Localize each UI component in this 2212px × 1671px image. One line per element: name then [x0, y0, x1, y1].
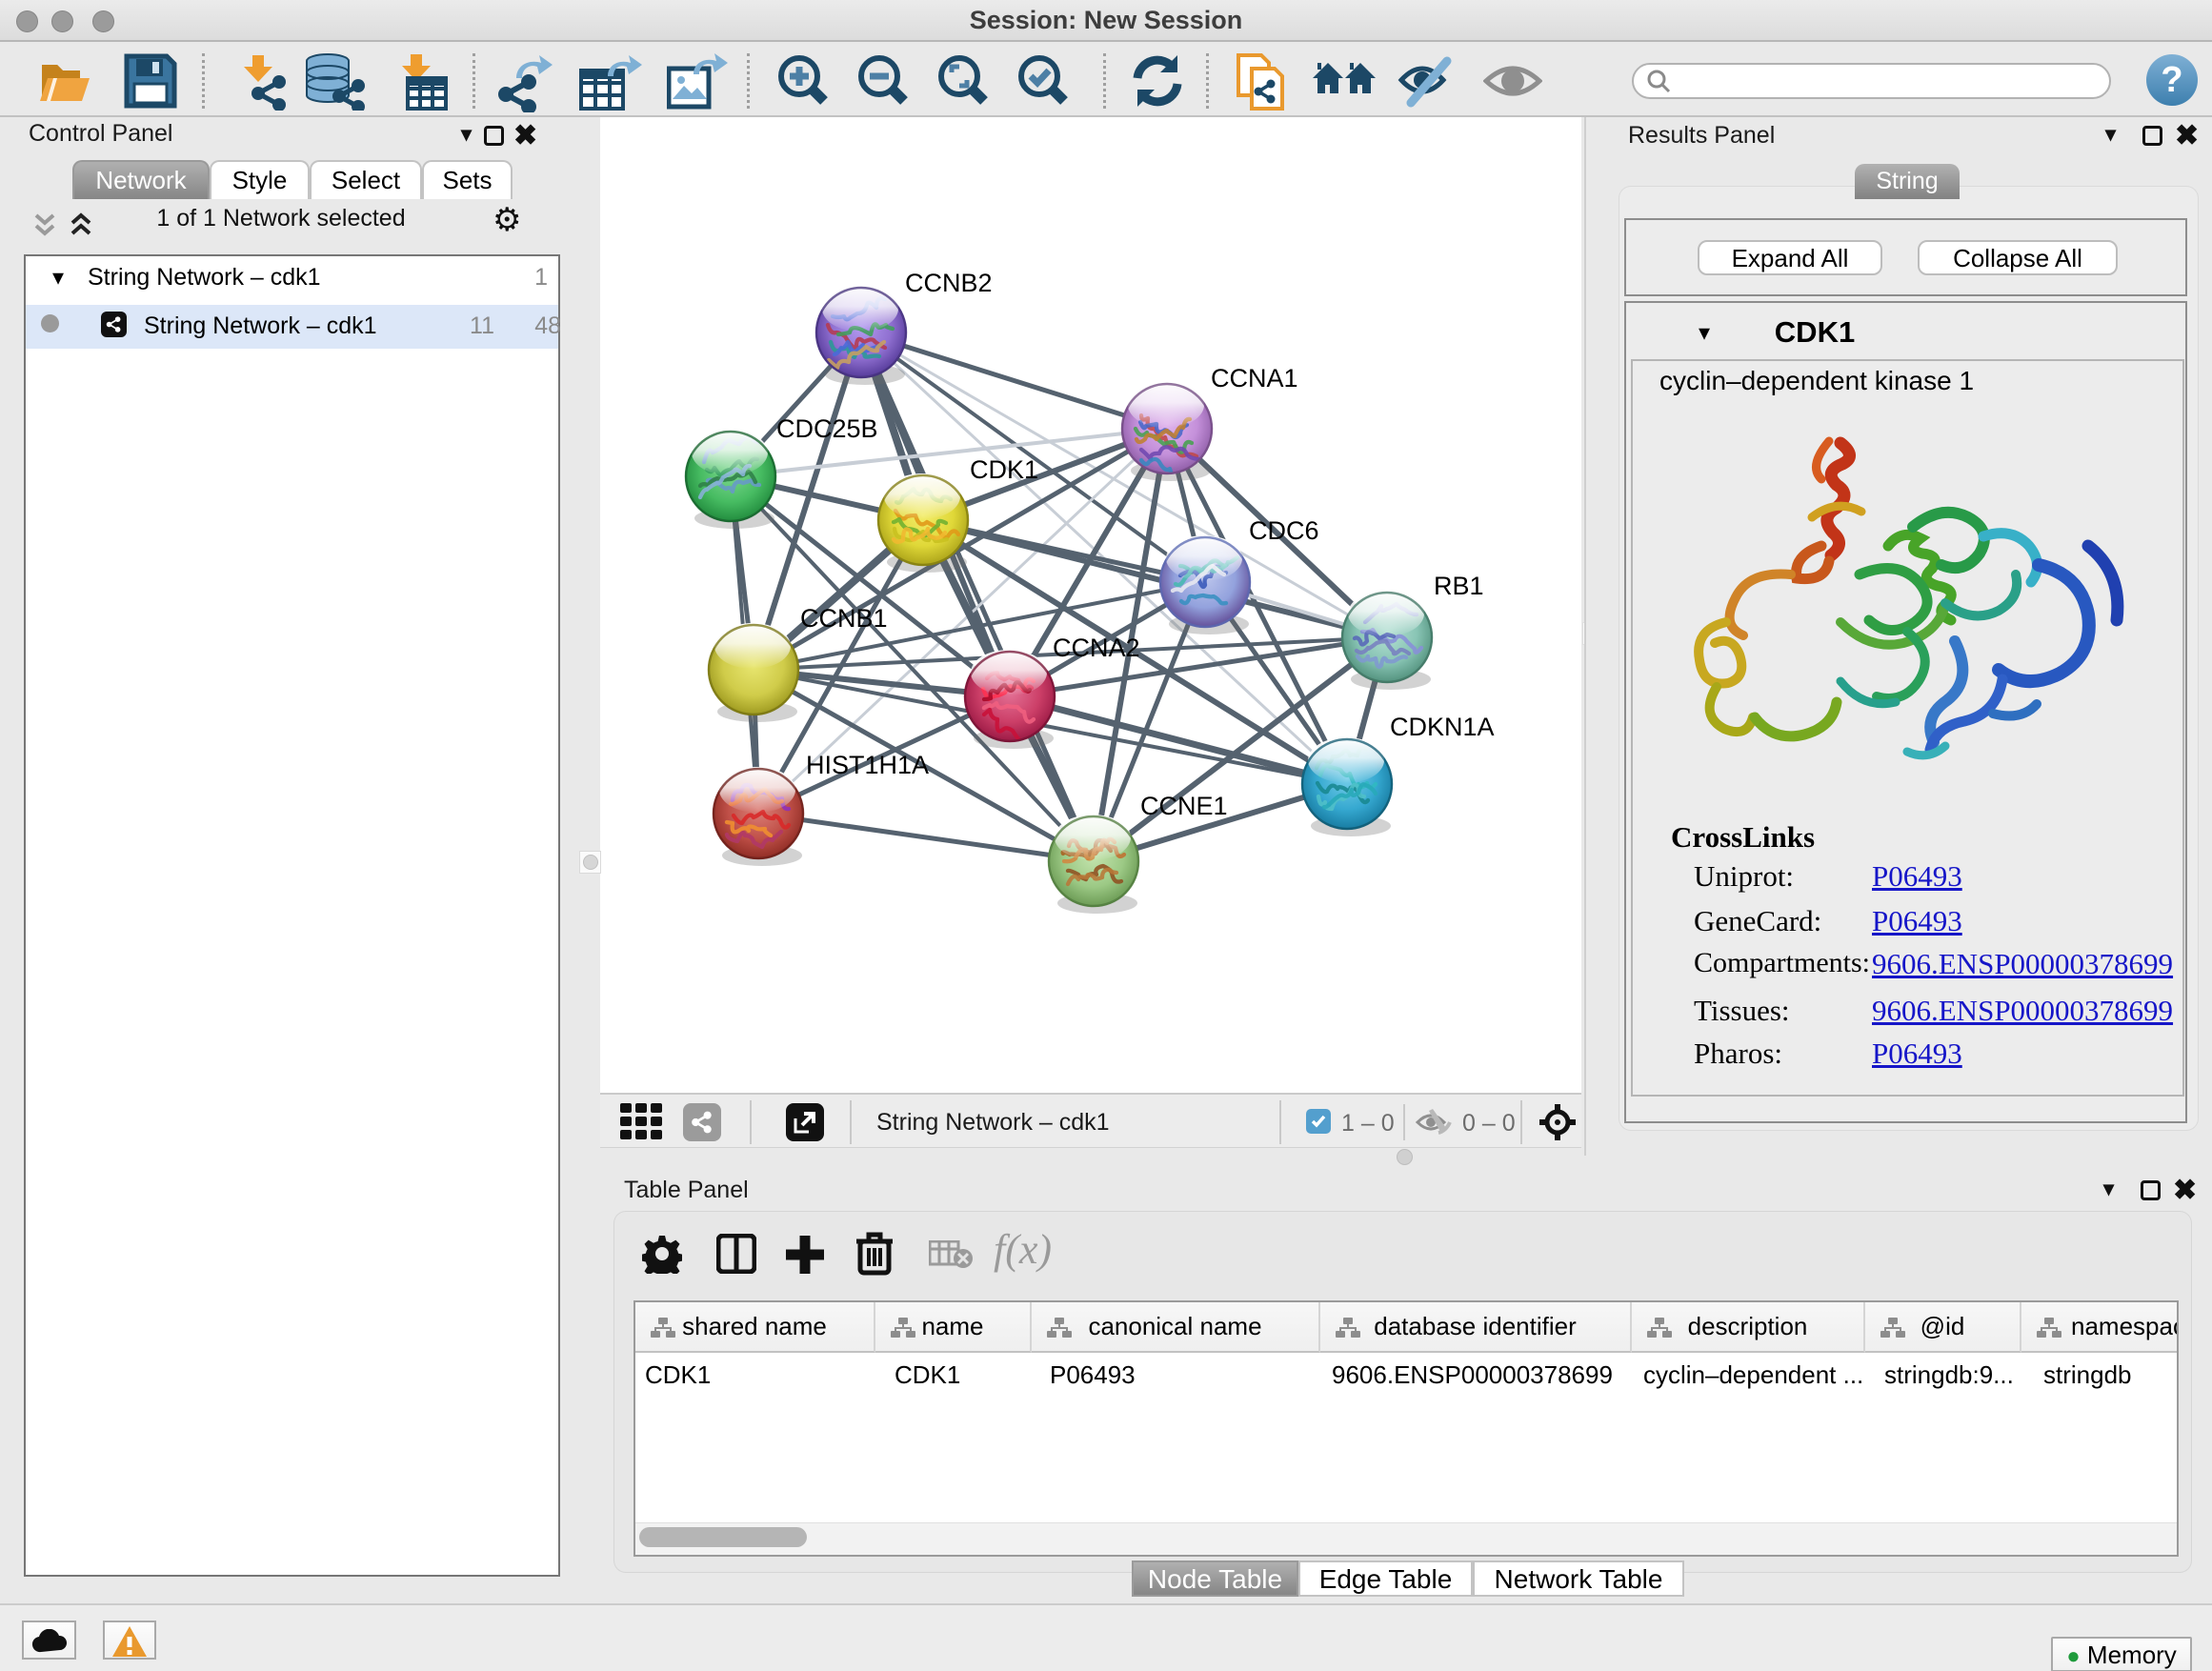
svg-text:CCNA1: CCNA1 — [1211, 364, 1298, 393]
svg-text:CDC6: CDC6 — [1249, 516, 1319, 545]
svg-text:CDKN1A: CDKN1A — [1390, 713, 1495, 741]
svg-text:CDK1: CDK1 — [970, 455, 1038, 484]
svg-text:CCNB1: CCNB1 — [800, 604, 888, 633]
svg-text:HIST1H1A: HIST1H1A — [806, 751, 929, 779]
svg-text:CCNA2: CCNA2 — [1053, 634, 1140, 662]
svg-text:RB1: RB1 — [1434, 572, 1484, 600]
svg-text:CCNE1: CCNE1 — [1140, 792, 1228, 820]
svg-text:CCNB2: CCNB2 — [905, 269, 993, 297]
svg-text:CDC25B: CDC25B — [776, 414, 878, 443]
